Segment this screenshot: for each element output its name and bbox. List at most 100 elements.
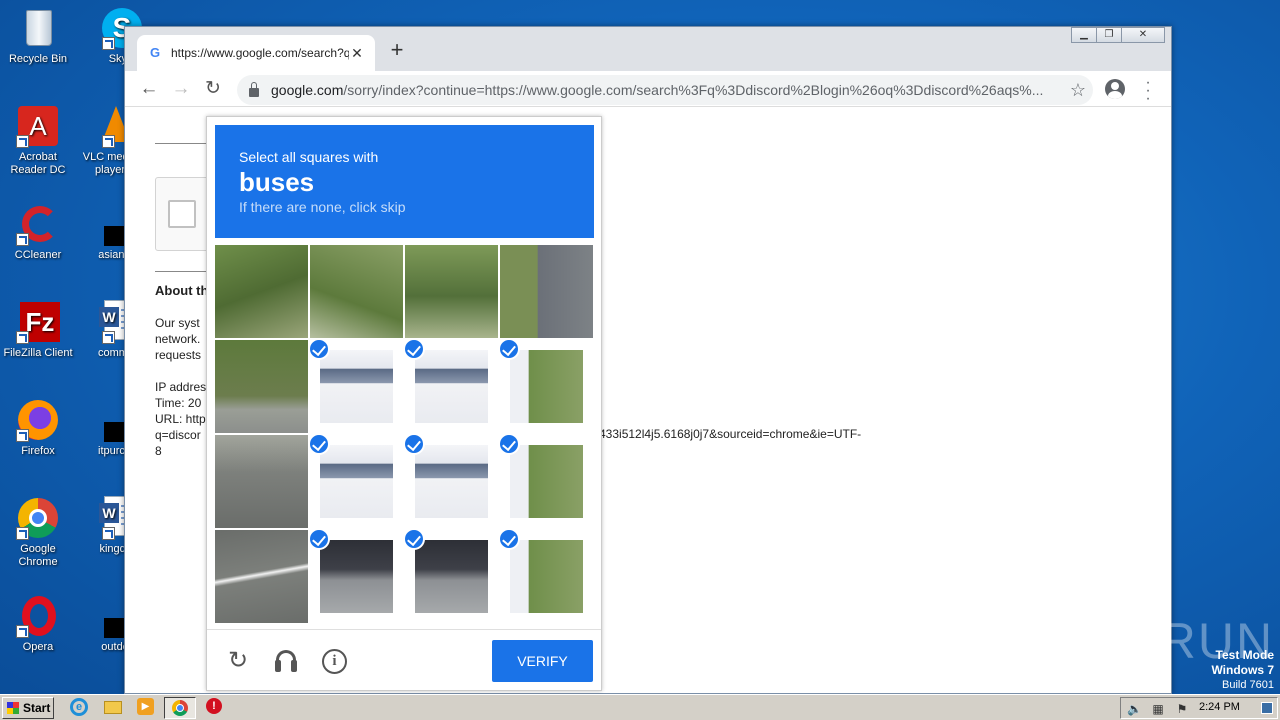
verify-button[interactable]: VERIFY <box>492 640 593 682</box>
recaptcha-checkbox[interactable] <box>168 200 196 228</box>
captcha-tile[interactable] <box>405 245 498 338</box>
system-tray: 🔈 ▦ ⚑ 2:24 PM <box>1120 697 1278 719</box>
desktop-icon-firefox[interactable]: Firefox <box>0 398 76 458</box>
tile-image <box>320 350 393 423</box>
forward-icon[interactable]: → <box>169 78 193 102</box>
desktop-icon-filezilla[interactable]: Fz FileZilla Client <box>0 300 76 360</box>
tile-image <box>415 350 488 423</box>
profile-avatar-icon[interactable] <box>1105 79 1125 99</box>
bookmark-star-icon[interactable]: ☆ <box>1063 80 1093 101</box>
taskbar: Start e ▶ ! 🔈 ▦ ⚑ 2:24 PM <box>0 694 1280 720</box>
browser-toolbar: ← → ↻ google.com/sorry/index?continue=ht… <box>125 71 1171 107</box>
menu-dots-icon[interactable]: · · · <box>1141 75 1155 107</box>
captcha-tile[interactable] <box>310 245 403 338</box>
tile-image <box>215 340 308 433</box>
desktop-icon-chrome[interactable]: Google Chrome <box>0 496 76 569</box>
show-desktop-icon[interactable] <box>1261 702 1273 714</box>
start-button[interactable]: Start <box>2 697 54 719</box>
tile-image <box>320 445 393 518</box>
new-tab-button[interactable]: + <box>387 39 407 61</box>
captcha-tile[interactable] <box>500 435 593 528</box>
ip-line: IP addres <box>155 380 207 394</box>
chrome-icon <box>172 700 188 716</box>
volume-icon[interactable]: 🔈 <box>1127 702 1142 716</box>
opera-taskbar-icon[interactable]: ! <box>206 698 226 718</box>
firefox-icon <box>16 398 60 442</box>
captcha-tile[interactable] <box>500 530 593 623</box>
url-line-tail: 433i512l4j5.6168j0j7&sourceid=chrome&ie=… <box>599 427 862 441</box>
url-line: URL: http <box>155 412 206 426</box>
image-grid <box>215 245 594 623</box>
tab-title: https://www.google.com/search?q= <box>171 46 349 60</box>
action-center-flag-icon[interactable]: ⚑ <box>1175 702 1189 716</box>
captcha-tile[interactable] <box>215 340 308 433</box>
network-icon[interactable]: ▦ <box>1151 702 1165 716</box>
captcha-tile[interactable] <box>310 530 403 623</box>
tile-image <box>510 445 583 518</box>
url-line: 8 <box>155 444 162 458</box>
recaptcha-challenge: Select all squares with buses If there a… <box>206 116 602 691</box>
tile-image <box>510 350 583 423</box>
desktop-icon-recycle-bin[interactable]: Recycle Bin <box>0 6 76 66</box>
tile-image <box>415 540 488 613</box>
about-heading: About th <box>155 283 209 298</box>
info-icon[interactable]: i <box>321 648 347 674</box>
captcha-tile[interactable] <box>215 435 308 528</box>
clock[interactable]: 2:24 PM <box>1199 701 1240 713</box>
window-controls: ▁ ❐ ✕ <box>1071 27 1165 43</box>
tile-image <box>215 530 308 623</box>
explanation-line: network. <box>155 332 201 346</box>
captcha-tile[interactable] <box>405 340 498 433</box>
tile-image <box>215 435 308 528</box>
desktop-icon-opera[interactable]: Opera <box>0 594 76 654</box>
test-mode-notice: Test Mode Windows 7 Build 7601 <box>1211 648 1274 691</box>
filezilla-icon: Fz <box>16 300 60 344</box>
opera-icon <box>16 594 60 638</box>
captcha-tile[interactable] <box>310 340 403 433</box>
captcha-tile[interactable] <box>215 530 308 623</box>
lock-icon[interactable] <box>249 81 259 97</box>
captcha-tile[interactable] <box>500 245 593 338</box>
tile-image <box>415 445 488 518</box>
captcha-tile[interactable] <box>405 530 498 623</box>
tile-image <box>405 245 498 338</box>
reload-page-icon[interactable]: ↻ <box>201 78 225 102</box>
challenge-hint: If there are none, click skip <box>239 199 406 215</box>
google-favicon-icon: G <box>149 45 161 60</box>
explorer-folder-icon[interactable] <box>104 698 124 718</box>
challenge-header: Select all squares with buses If there a… <box>215 125 594 238</box>
media-player-icon[interactable]: ▶ <box>137 698 157 718</box>
recycle-bin-icon <box>16 6 60 50</box>
captcha-tile[interactable] <box>215 245 308 338</box>
browser-tab[interactable]: G https://www.google.com/search?q= ✕ <box>137 35 375 71</box>
captcha-tile[interactable] <box>500 340 593 433</box>
desktop-icon-acrobat[interactable]: A Acrobat Reader DC <box>0 104 76 177</box>
address-bar[interactable]: google.com/sorry/index?continue=https://… <box>237 75 1093 105</box>
challenge-footer: ↻ i VERIFY <box>207 629 601 691</box>
explanation-line: Our syst <box>155 316 200 330</box>
desktop-icon-ccleaner[interactable]: CCleaner <box>0 202 76 262</box>
ie-icon[interactable]: e <box>70 698 90 718</box>
close-window-button[interactable]: ✕ <box>1121 27 1165 43</box>
captcha-tile[interactable] <box>405 435 498 528</box>
url-line: q=discor <box>155 428 201 442</box>
challenge-target: buses <box>239 167 315 197</box>
time-line: Time: 20 <box>155 396 202 410</box>
taskbar-chrome-active[interactable] <box>164 697 196 719</box>
minimize-button[interactable]: ▁ <box>1071 27 1097 43</box>
back-icon[interactable]: ← <box>137 78 161 102</box>
maximize-button[interactable]: ❐ <box>1096 27 1122 43</box>
tile-image <box>320 540 393 613</box>
headphones-icon[interactable] <box>273 648 299 674</box>
acrobat-icon: A <box>16 104 60 148</box>
ccleaner-icon <box>16 202 60 246</box>
tile-image <box>510 540 583 613</box>
tile-image <box>215 245 308 338</box>
explanation-line: requests <box>155 348 202 362</box>
title-bar: G https://www.google.com/search?q= ✕ + ▁… <box>125 27 1171 71</box>
tile-image <box>500 245 593 338</box>
reload-challenge-icon[interactable]: ↻ <box>225 648 251 674</box>
url-text: google.com/sorry/index?continue=https://… <box>271 82 1044 98</box>
close-tab-icon[interactable]: ✕ <box>349 45 365 62</box>
captcha-tile[interactable] <box>310 435 403 528</box>
